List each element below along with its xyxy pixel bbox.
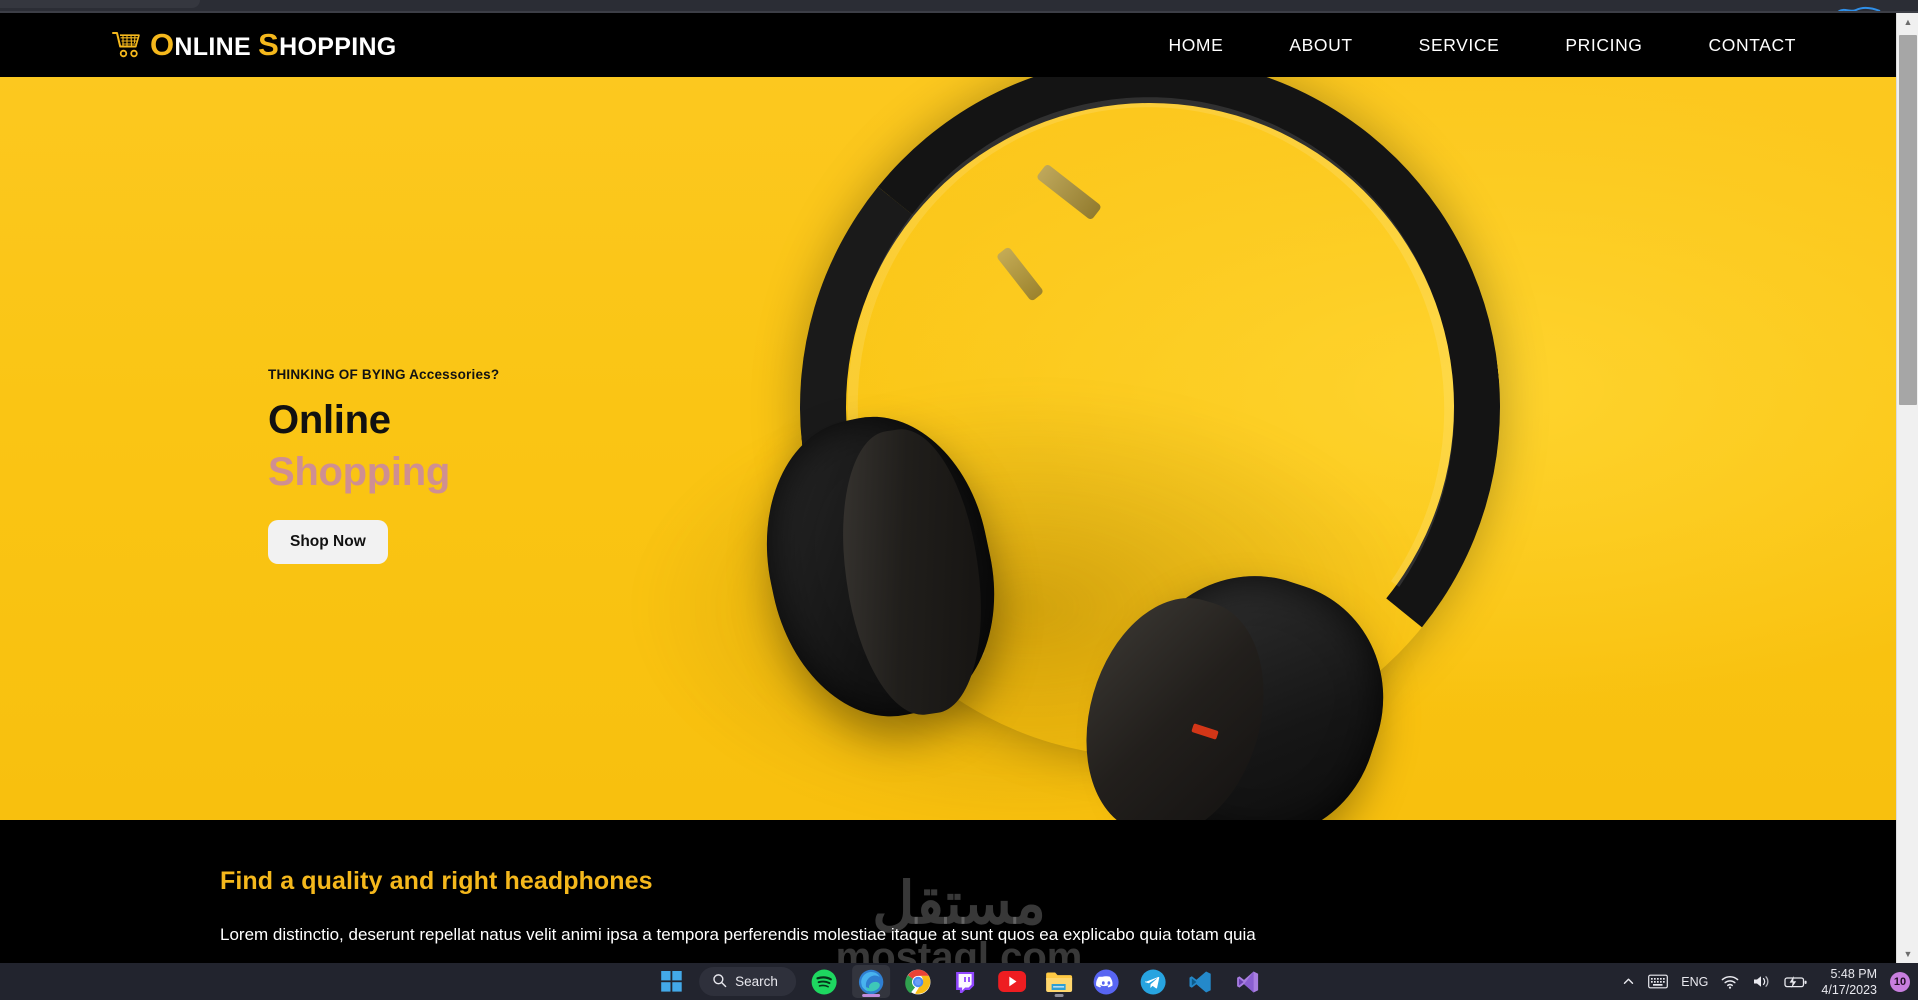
taskbar-app-google-chrome[interactable] xyxy=(899,965,937,998)
tray-keyboard-icon[interactable] xyxy=(1648,974,1669,989)
taskbar-app-discord[interactable] xyxy=(1087,965,1125,998)
shopping-cart-icon xyxy=(110,28,144,62)
taskbar-app-visual-studio[interactable] xyxy=(1228,965,1266,998)
page-viewport: ONLINE SHOPPING HOME ABOUT SERVICE PRICI… xyxy=(0,13,1918,963)
main-navigation: HOME ABOUT SERVICE PRICING CONTACT xyxy=(1168,35,1796,56)
taskbar-app-microsoft-edge[interactable] xyxy=(851,965,890,998)
taskbar-app-telegram[interactable] xyxy=(1134,965,1172,998)
headphones-image xyxy=(741,77,1620,820)
tray-wifi-icon[interactable] xyxy=(1721,975,1739,989)
brand-initial-s: S xyxy=(258,27,280,62)
shop-now-button[interactable]: Shop Now xyxy=(268,520,388,564)
windows-taskbar: Search ENG 5:48 PM 4/17/2023 10 xyxy=(0,963,1918,1000)
feature-heading: Find a quality and right headphones xyxy=(220,867,653,895)
hero-eyebrow: THINKING OF BYING Accessories? xyxy=(268,367,500,382)
brand-logo[interactable]: ONLINE SHOPPING xyxy=(110,27,397,63)
taskbar-search-box[interactable]: Search xyxy=(699,967,796,996)
taskbar-app-youtube[interactable] xyxy=(993,965,1031,998)
site-header: ONLINE SHOPPING HOME ABOUT SERVICE PRICI… xyxy=(0,13,1896,77)
scroll-up-arrow-icon[interactable]: ▲ xyxy=(1897,13,1918,31)
tray-language-indicator[interactable]: ENG xyxy=(1681,975,1708,989)
start-button[interactable] xyxy=(652,965,690,998)
tray-battery-charging-icon[interactable] xyxy=(1784,975,1808,989)
taskbar-app-file-explorer[interactable] xyxy=(1040,965,1078,998)
search-icon xyxy=(712,973,727,991)
tray-clock[interactable]: 5:48 PM 4/17/2023 xyxy=(1821,966,1877,998)
page-scrollbar[interactable]: ▲ ▼ xyxy=(1896,13,1918,963)
taskbar-app-visual-studio-code[interactable] xyxy=(1181,965,1219,998)
taskbar-app-twitch[interactable] xyxy=(946,965,984,998)
tray-overflow-chevron-icon[interactable] xyxy=(1622,975,1635,988)
nav-item-about[interactable]: ABOUT xyxy=(1289,35,1352,56)
feature-section: Find a quality and right headphones Lore… xyxy=(0,820,1896,963)
nav-item-service[interactable]: SERVICE xyxy=(1419,35,1500,56)
hero-title-line-1: Online xyxy=(268,398,391,442)
taskbar-running-indicator xyxy=(1054,994,1064,997)
brand-name: ONLINE SHOPPING xyxy=(150,27,397,63)
brand-shopping: HOPPING xyxy=(279,33,397,61)
hero-section: THINKING OF BYING Accessories? Online Sh… xyxy=(0,77,1896,820)
hero-copy: THINKING OF BYING Accessories? Online Sh… xyxy=(268,367,828,564)
tray-date: 4/17/2023 xyxy=(1821,982,1877,997)
search-label: Search xyxy=(735,974,778,989)
screen: ONLINE SHOPPING HOME ABOUT SERVICE PRICI… xyxy=(0,0,1918,1000)
feature-body-text: Lorem distinctio, deserunt repellat natu… xyxy=(220,925,1256,944)
tray-time: 5:48 PM xyxy=(1830,966,1877,981)
nav-item-home[interactable]: HOME xyxy=(1168,35,1223,56)
browser-tab[interactable] xyxy=(0,0,200,8)
scrollbar-thumb[interactable] xyxy=(1899,35,1917,405)
hero-title-line-2: Shopping xyxy=(268,450,450,494)
browser-chrome-accent xyxy=(1836,1,1882,13)
notification-badge[interactable]: 10 xyxy=(1890,971,1910,992)
system-tray: ENG 5:48 PM 4/17/2023 10 xyxy=(1622,963,1910,1000)
nav-item-pricing[interactable]: PRICING xyxy=(1565,35,1642,56)
nav-item-contact[interactable]: CONTACT xyxy=(1709,35,1796,56)
taskbar-app-area: Search xyxy=(652,963,1266,1000)
tray-volume-icon[interactable] xyxy=(1752,974,1771,989)
taskbar-app-spotify[interactable] xyxy=(805,965,843,998)
brand-initial-o: O xyxy=(150,27,175,62)
taskbar-active-indicator xyxy=(861,994,880,997)
brand-online: NLINE xyxy=(174,33,251,61)
browser-chrome-strip xyxy=(0,0,1918,13)
scroll-down-arrow-icon[interactable]: ▼ xyxy=(1897,945,1918,963)
